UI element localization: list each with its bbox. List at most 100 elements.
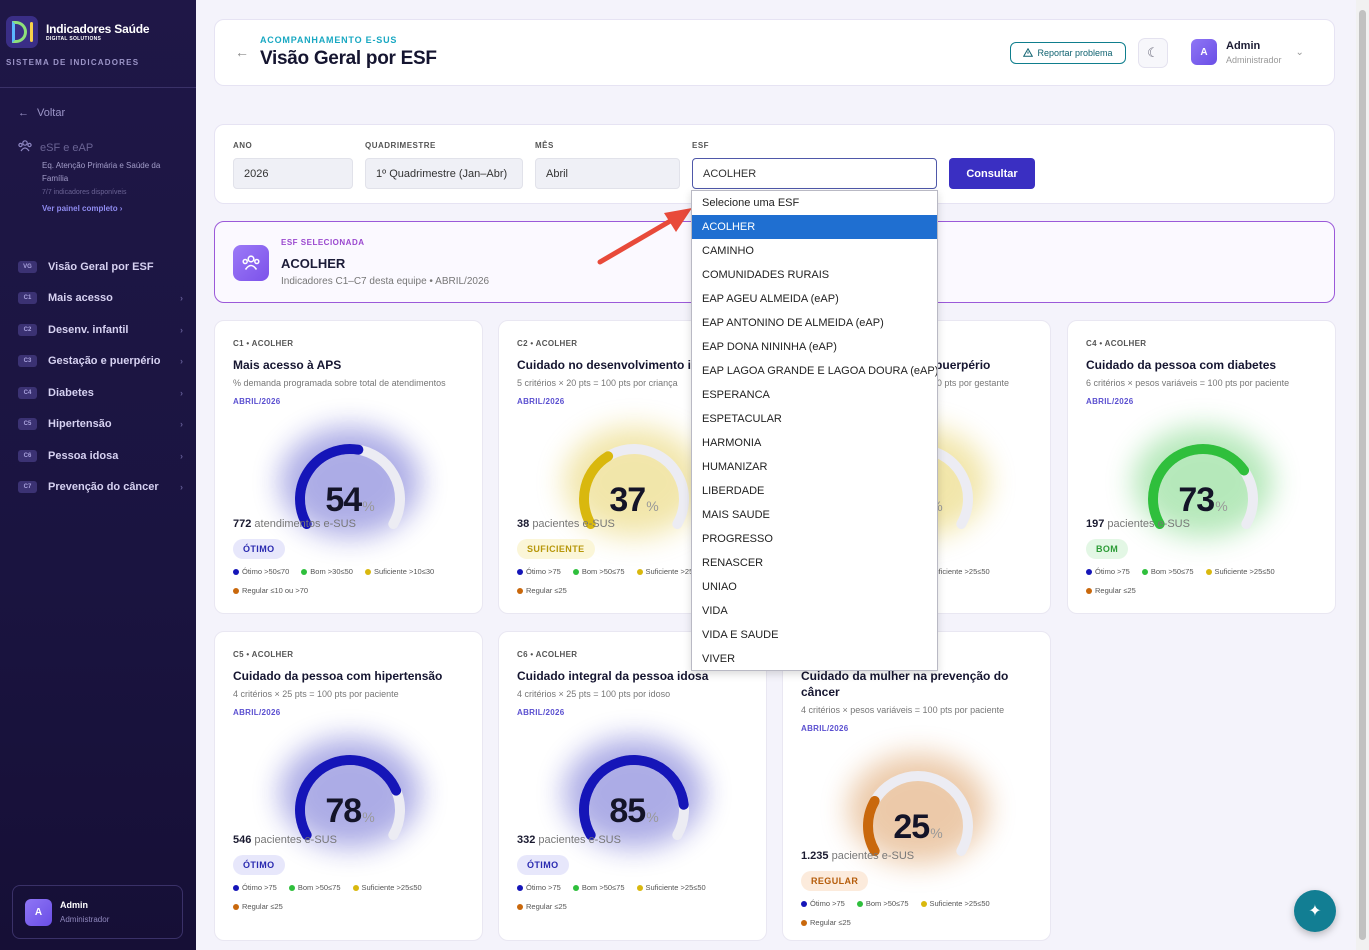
- esf-option[interactable]: UNIAO: [692, 575, 937, 599]
- esf-group-subtitle: Eq. Atenção Primária e Saúde da Família: [42, 161, 161, 183]
- scrollbar-thumb[interactable]: [1359, 10, 1366, 940]
- user-menu[interactable]: A Admin Administrador ⌄: [1191, 39, 1304, 65]
- sidebar-item-vg[interactable]: VG Visão Geral por ESF: [18, 251, 183, 283]
- view-full-panel-link[interactable]: Ver painel completo ›: [42, 204, 188, 213]
- esf-option[interactable]: MAIS SAUDE: [692, 503, 937, 527]
- legend-label: Bom >50≤75: [581, 567, 625, 576]
- esf-option[interactable]: EAP AGEU ALMEIDA (eAP): [692, 287, 937, 311]
- indicator-card-5[interactable]: C5 • ACOLHER Cuidado da pessoa com hiper…: [214, 631, 483, 941]
- back-link[interactable]: ← Voltar: [18, 107, 65, 119]
- esf-option[interactable]: EAP ANTONINO DE ALMEIDA (eAP): [692, 311, 937, 335]
- esf-option[interactable]: HUMANIZAR: [692, 455, 937, 479]
- legend-dot: [517, 904, 523, 910]
- sidebar-item-c3[interactable]: C3 Gestação e puerpério ›: [18, 346, 183, 378]
- view-full-panel-label: Ver painel completo: [42, 204, 118, 213]
- esf-option[interactable]: CAMINHO: [692, 239, 937, 263]
- legend-item: Suficiente >25≤50: [1205, 563, 1281, 581]
- esf-option[interactable]: COMUNIDADES RURAIS: [692, 263, 937, 287]
- nav-code: VG: [18, 260, 37, 273]
- card-legend: Ótimo >75 Bom >50≤75 Suficiente >25≤50 Regu…: [517, 879, 757, 917]
- divider: [0, 87, 196, 88]
- sidebar-item-c4[interactable]: C4 Diabetes ›: [18, 377, 183, 409]
- legend-item: Bom >50≤75: [288, 879, 347, 897]
- indicator-card-4[interactable]: C4 • ACOLHER Cuidado da pessoa com diabe…: [1067, 320, 1336, 614]
- esf-option[interactable]: VIDA: [692, 599, 937, 623]
- month-select[interactable]: Abril: [535, 158, 680, 189]
- gauge: 54%: [275, 427, 425, 537]
- legend-dot: [233, 588, 239, 594]
- brand-title: Indicadores Saúde: [46, 21, 150, 36]
- card-description: 6 critérios × pesos variáveis = 100 pts …: [1086, 378, 1290, 388]
- card-description: 4 critérios × 25 pts = 100 pts por pacie…: [233, 689, 399, 699]
- esf-option[interactable]: EAP DONA NININHA (eAP): [692, 335, 937, 359]
- legend-item: Suficiente >25≤50: [636, 879, 712, 897]
- sidebar-item-c6[interactable]: C6 Pessoa idosa ›: [18, 440, 183, 472]
- page-header: ← ACOMPANHAMENTO E-SUS Visão Geral por E…: [214, 19, 1335, 86]
- legend-label: Ótimo >75: [810, 899, 845, 908]
- esf-option[interactable]: Selecione uma ESF: [692, 191, 937, 215]
- back-arrow-icon[interactable]: ←: [235, 44, 249, 60]
- gauge-value: 73: [1178, 481, 1215, 519]
- arrow-left-icon: ←: [18, 107, 29, 119]
- legend-dot: [1086, 588, 1092, 594]
- gauge: 73%: [1128, 427, 1278, 537]
- legend-dot: [517, 588, 523, 594]
- gauge-value: 37: [609, 481, 646, 519]
- consult-button[interactable]: Consultar: [949, 158, 1035, 189]
- legend-dot: [636, 885, 643, 891]
- esf-option[interactable]: ACOLHER: [692, 215, 937, 239]
- chevron-down-icon: ⌄: [1295, 46, 1304, 58]
- legend-label: Ótimo >75: [242, 883, 277, 892]
- legend-label: Regular ≤25: [526, 902, 567, 911]
- theme-toggle-button[interactable]: ☾: [1138, 38, 1168, 68]
- indicator-card-6[interactable]: C6 • ACOLHER Cuidado integral da pessoa …: [498, 631, 767, 941]
- page-title: Visão Geral por ESF: [260, 48, 437, 69]
- sidebar-item-c1[interactable]: C1 Mais acesso ›: [18, 283, 183, 315]
- esf-option[interactable]: HARMONIA: [692, 431, 937, 455]
- sidebar-item-c2[interactable]: C2 Desenv. infantil ›: [18, 314, 183, 346]
- esf-option[interactable]: EAP LAGOA GRANDE E LAGOA DOURA (eAP): [692, 359, 937, 383]
- team-icon: [18, 140, 32, 155]
- annotation-arrow-icon: [597, 208, 692, 265]
- esf-group-title: eSF e eAP: [40, 141, 94, 154]
- legend-dot: [801, 901, 807, 907]
- avatar: A: [25, 898, 52, 926]
- legend-label: Suficiente >25≤50: [645, 883, 706, 892]
- card-description: 4 critérios × 25 pts = 100 pts por idoso: [517, 689, 671, 699]
- esf-option[interactable]: RENASCER: [692, 551, 937, 575]
- quadrimester-select[interactable]: 1º Quadrimestre (Jan–Abr): [365, 158, 523, 189]
- selected-esf-description: Indicadores C1–C7 desta equipe • ABRIL/2…: [281, 276, 490, 287]
- esf-option[interactable]: VIVER: [692, 647, 937, 671]
- esf-option[interactable]: VIDA E SAUDE: [692, 623, 937, 647]
- esf-option[interactable]: PROGRESSO: [692, 527, 937, 551]
- brand-logo[interactable]: Indicadores Saúde DIGITAL SOLUTIONS: [6, 16, 150, 48]
- count-number: 38: [517, 518, 530, 530]
- sidebar-item-c7[interactable]: C7 Prevenção do câncer ›: [18, 472, 183, 504]
- legend-label: Suficiente >25≤50: [361, 883, 422, 892]
- user-role: Administrador: [1226, 54, 1282, 65]
- gauge: 85%: [559, 738, 709, 848]
- legend-dot: [1086, 569, 1092, 575]
- sidebar-item-c5[interactable]: C5 Hipertensão ›: [18, 409, 183, 441]
- moon-icon: ☾: [1147, 45, 1159, 60]
- scrollbar[interactable]: [1356, 0, 1369, 950]
- year-select[interactable]: 2026: [233, 158, 353, 189]
- card-title: Mais acesso à APS: [233, 358, 342, 372]
- indicator-card-1[interactable]: C1 • ACOLHER Mais acesso à APS % demanda…: [214, 320, 483, 614]
- system-label: SISTEMA DE INDICADORES: [6, 58, 140, 67]
- card-code: C1 • ACOLHER: [233, 339, 294, 348]
- card-description: % demanda programada sobre total de aten…: [233, 378, 446, 388]
- report-problem-button[interactable]: Reportar problema: [1010, 42, 1126, 64]
- esf-option[interactable]: ESPERANCA: [692, 383, 937, 407]
- esf-option[interactable]: LIBERDADE: [692, 479, 937, 503]
- indicator-card-7[interactable]: C7 • ACOLHER Cuidado da mulher na preven…: [782, 631, 1051, 941]
- brand-subtitle: DIGITAL SOLUTIONS: [46, 35, 102, 42]
- ai-assistant-button[interactable]: ✦: [1294, 890, 1336, 932]
- esf-option[interactable]: ESPETACULAR: [692, 407, 937, 431]
- legend-item: Regular ≤25: [517, 898, 573, 916]
- legend-item: Ótimo >75: [517, 563, 567, 581]
- sidebar-user-card[interactable]: A Admin Administrador: [12, 885, 183, 939]
- card-title: Cuidado da pessoa com diabetes: [1086, 358, 1277, 372]
- esf-select[interactable]: ACOLHER: [692, 158, 937, 189]
- nav-code: C2: [18, 323, 37, 336]
